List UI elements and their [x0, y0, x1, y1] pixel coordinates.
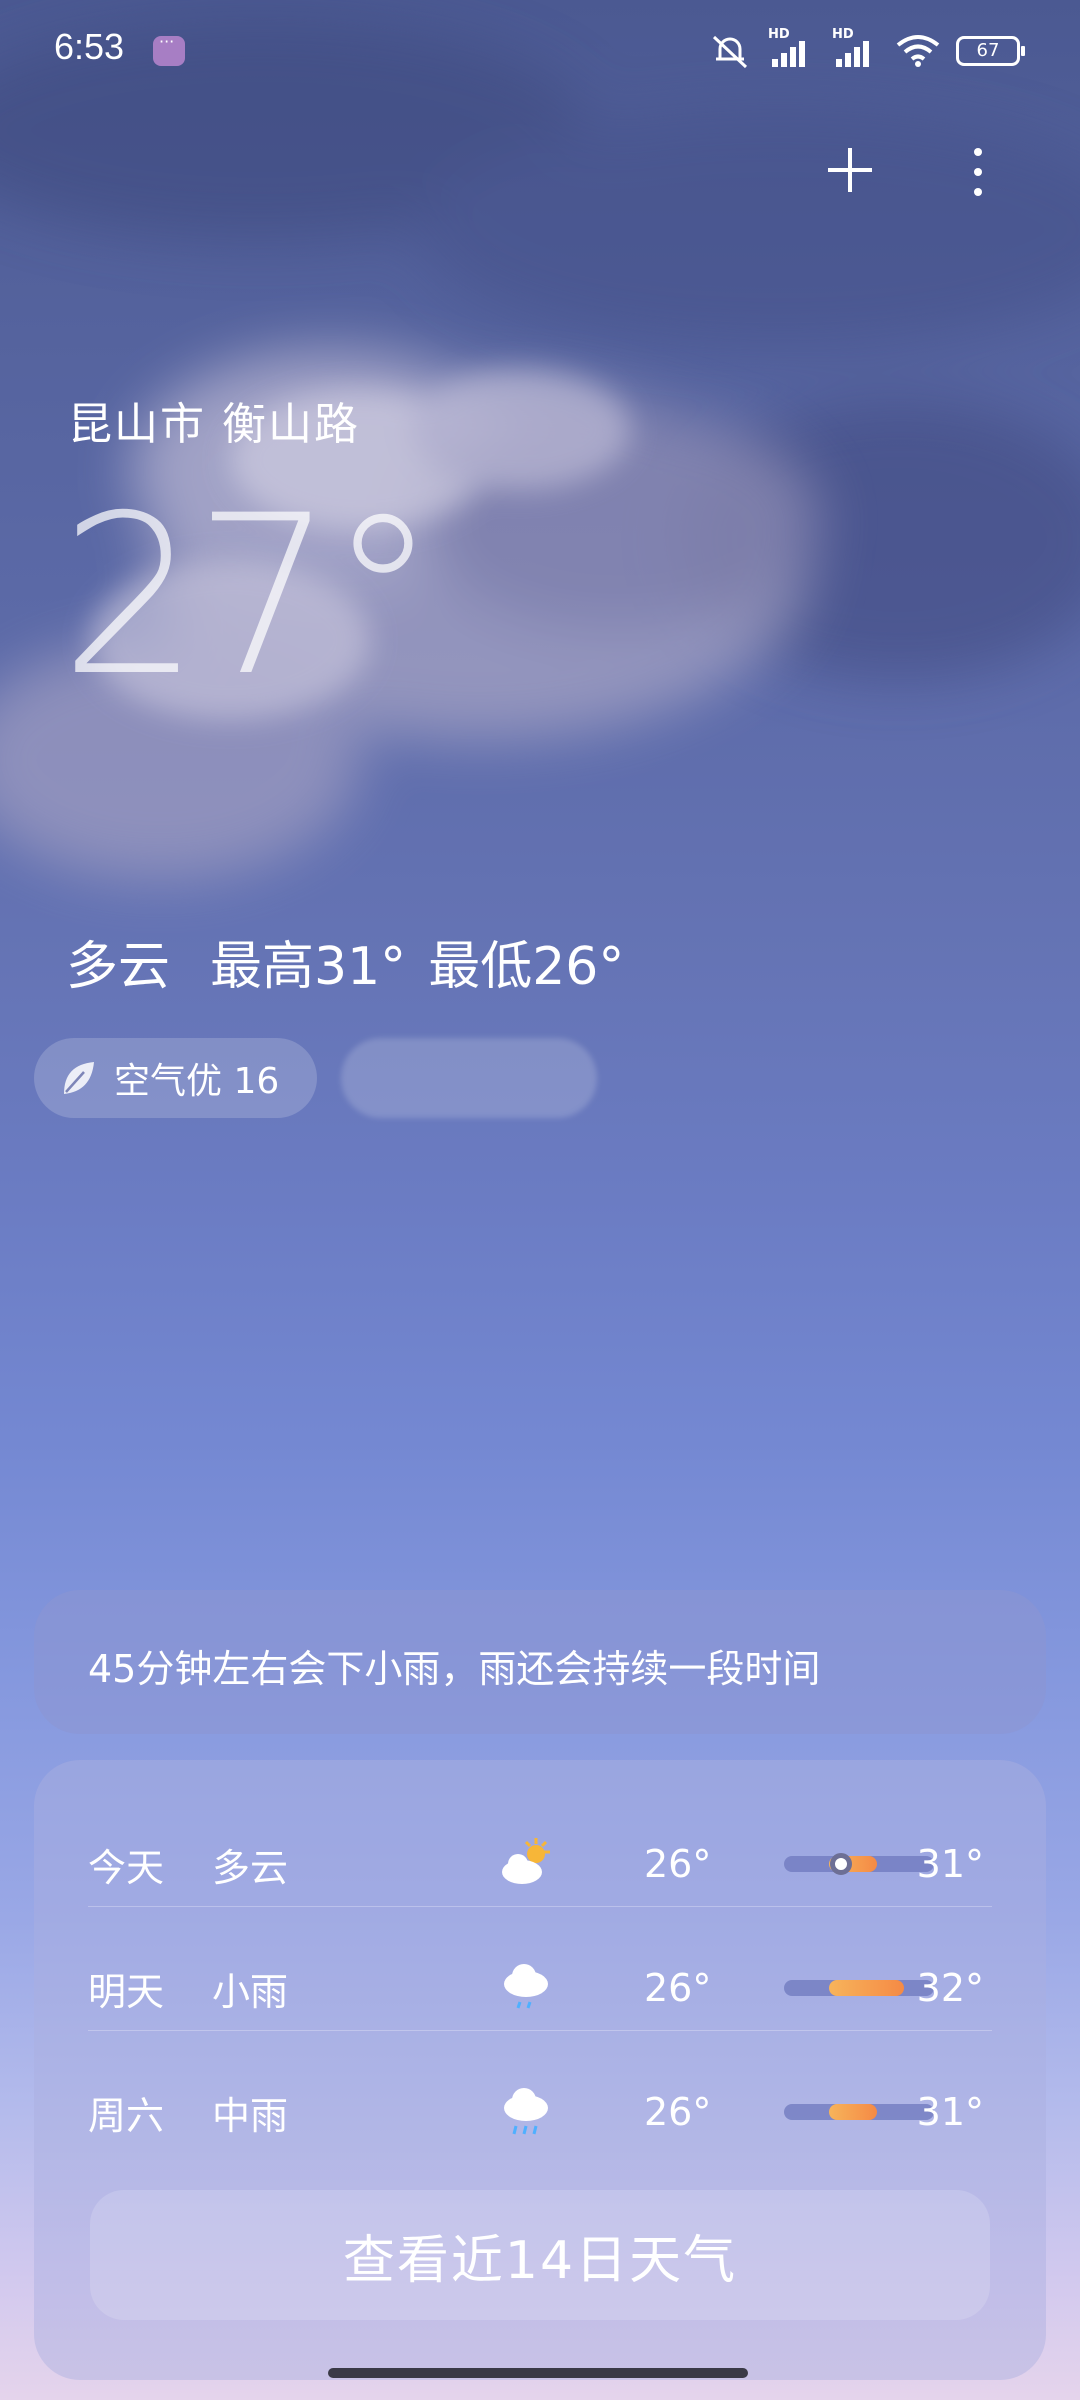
divider — [88, 1906, 992, 1907]
current-condition: 多云 — [66, 937, 171, 997]
forecast-row[interactable]: 今天 多云 26° 31° — [88, 1802, 992, 1926]
forecast-condition: 中雨 — [212, 2093, 289, 2138]
forecast-high: 31° — [916, 2090, 984, 2134]
location-title[interactable]: 昆山市 衡山路 — [68, 388, 360, 452]
signal-icon-2: HD — [832, 27, 880, 71]
blurred-chip[interactable] — [341, 1038, 598, 1118]
temperature-range-bar — [784, 2104, 934, 2120]
forecast-low: 26° — [644, 1842, 712, 1886]
more-options-button[interactable] — [958, 140, 998, 204]
wifi-icon — [896, 35, 940, 67]
rain-alert-text: 45分钟左右会下小雨，雨还会持续一段时间 — [88, 1647, 821, 1691]
low-temperature: 最低26° — [428, 937, 625, 997]
add-city-button[interactable] — [820, 140, 880, 200]
partly-cloudy-icon — [502, 1838, 550, 1884]
rain-alert-card[interactable]: 45分钟左右会下小雨，雨还会持续一段时间 — [34, 1590, 1046, 1734]
condition-summary: 多云 最高31° 最低26° — [66, 924, 624, 999]
signal-hd-label-2: HD — [832, 27, 854, 42]
forecast-low: 26° — [644, 1966, 712, 2010]
forecast-high: 31° — [916, 1842, 984, 1886]
forecast-high: 32° — [916, 1966, 984, 2010]
chat-notification-icon — [153, 32, 185, 66]
temperature-range-bar — [784, 1853, 934, 1875]
status-icons: HD HD 67 — [708, 26, 1025, 76]
forecast-day: 明天 — [88, 1969, 165, 2014]
forecast-row[interactable]: 明天 小雨 26° 32° — [88, 1926, 992, 2050]
temperature-range-bar — [784, 1980, 934, 1996]
moderate-rain-icon — [504, 2088, 548, 2135]
leaf-icon — [64, 1062, 94, 1094]
forecast-condition: 多云 — [212, 1845, 289, 1890]
status-time: 6:53 — [54, 26, 125, 67]
forecast-day: 今天 — [88, 1845, 165, 1890]
forecast-card: 今天 多云 26° 31° 明天 小雨 26° 32° 周六 中雨 26° 31… — [34, 1760, 1046, 2380]
temperature-range-fill — [829, 1980, 904, 1996]
air-quality-label: 空气优 16 — [114, 1061, 280, 1102]
air-quality-chip[interactable]: 空气优 16 — [34, 1038, 318, 1118]
high-temperature: 最高31° — [210, 937, 407, 997]
chip-row: 空气优 16 — [34, 1038, 598, 1118]
more-vertical-icon — [974, 148, 982, 156]
forecast-day: 周六 — [88, 2093, 165, 2138]
forecast-row[interactable]: 周六 中雨 26° 31° — [88, 2050, 992, 2174]
current-temperature-marker — [830, 1853, 852, 1875]
divider — [88, 2030, 992, 2031]
home-indicator[interactable] — [328, 2368, 748, 2378]
forecast-condition: 小雨 — [212, 1969, 289, 2014]
battery-icon: 67 — [956, 36, 1025, 66]
silent-icon — [712, 35, 748, 69]
view-14-day-forecast-button[interactable]: 查看近14日天气 — [90, 2190, 990, 2320]
signal-hd-label: HD — [768, 27, 790, 42]
light-rain-icon — [504, 1964, 548, 2009]
current-temperature: 27° — [60, 468, 438, 724]
forecast-low: 26° — [644, 2090, 712, 2134]
signal-icon: HD — [768, 27, 816, 71]
status-bar: 6:53 HD HD 67 — [0, 0, 1080, 100]
temperature-range-fill — [829, 2104, 877, 2120]
